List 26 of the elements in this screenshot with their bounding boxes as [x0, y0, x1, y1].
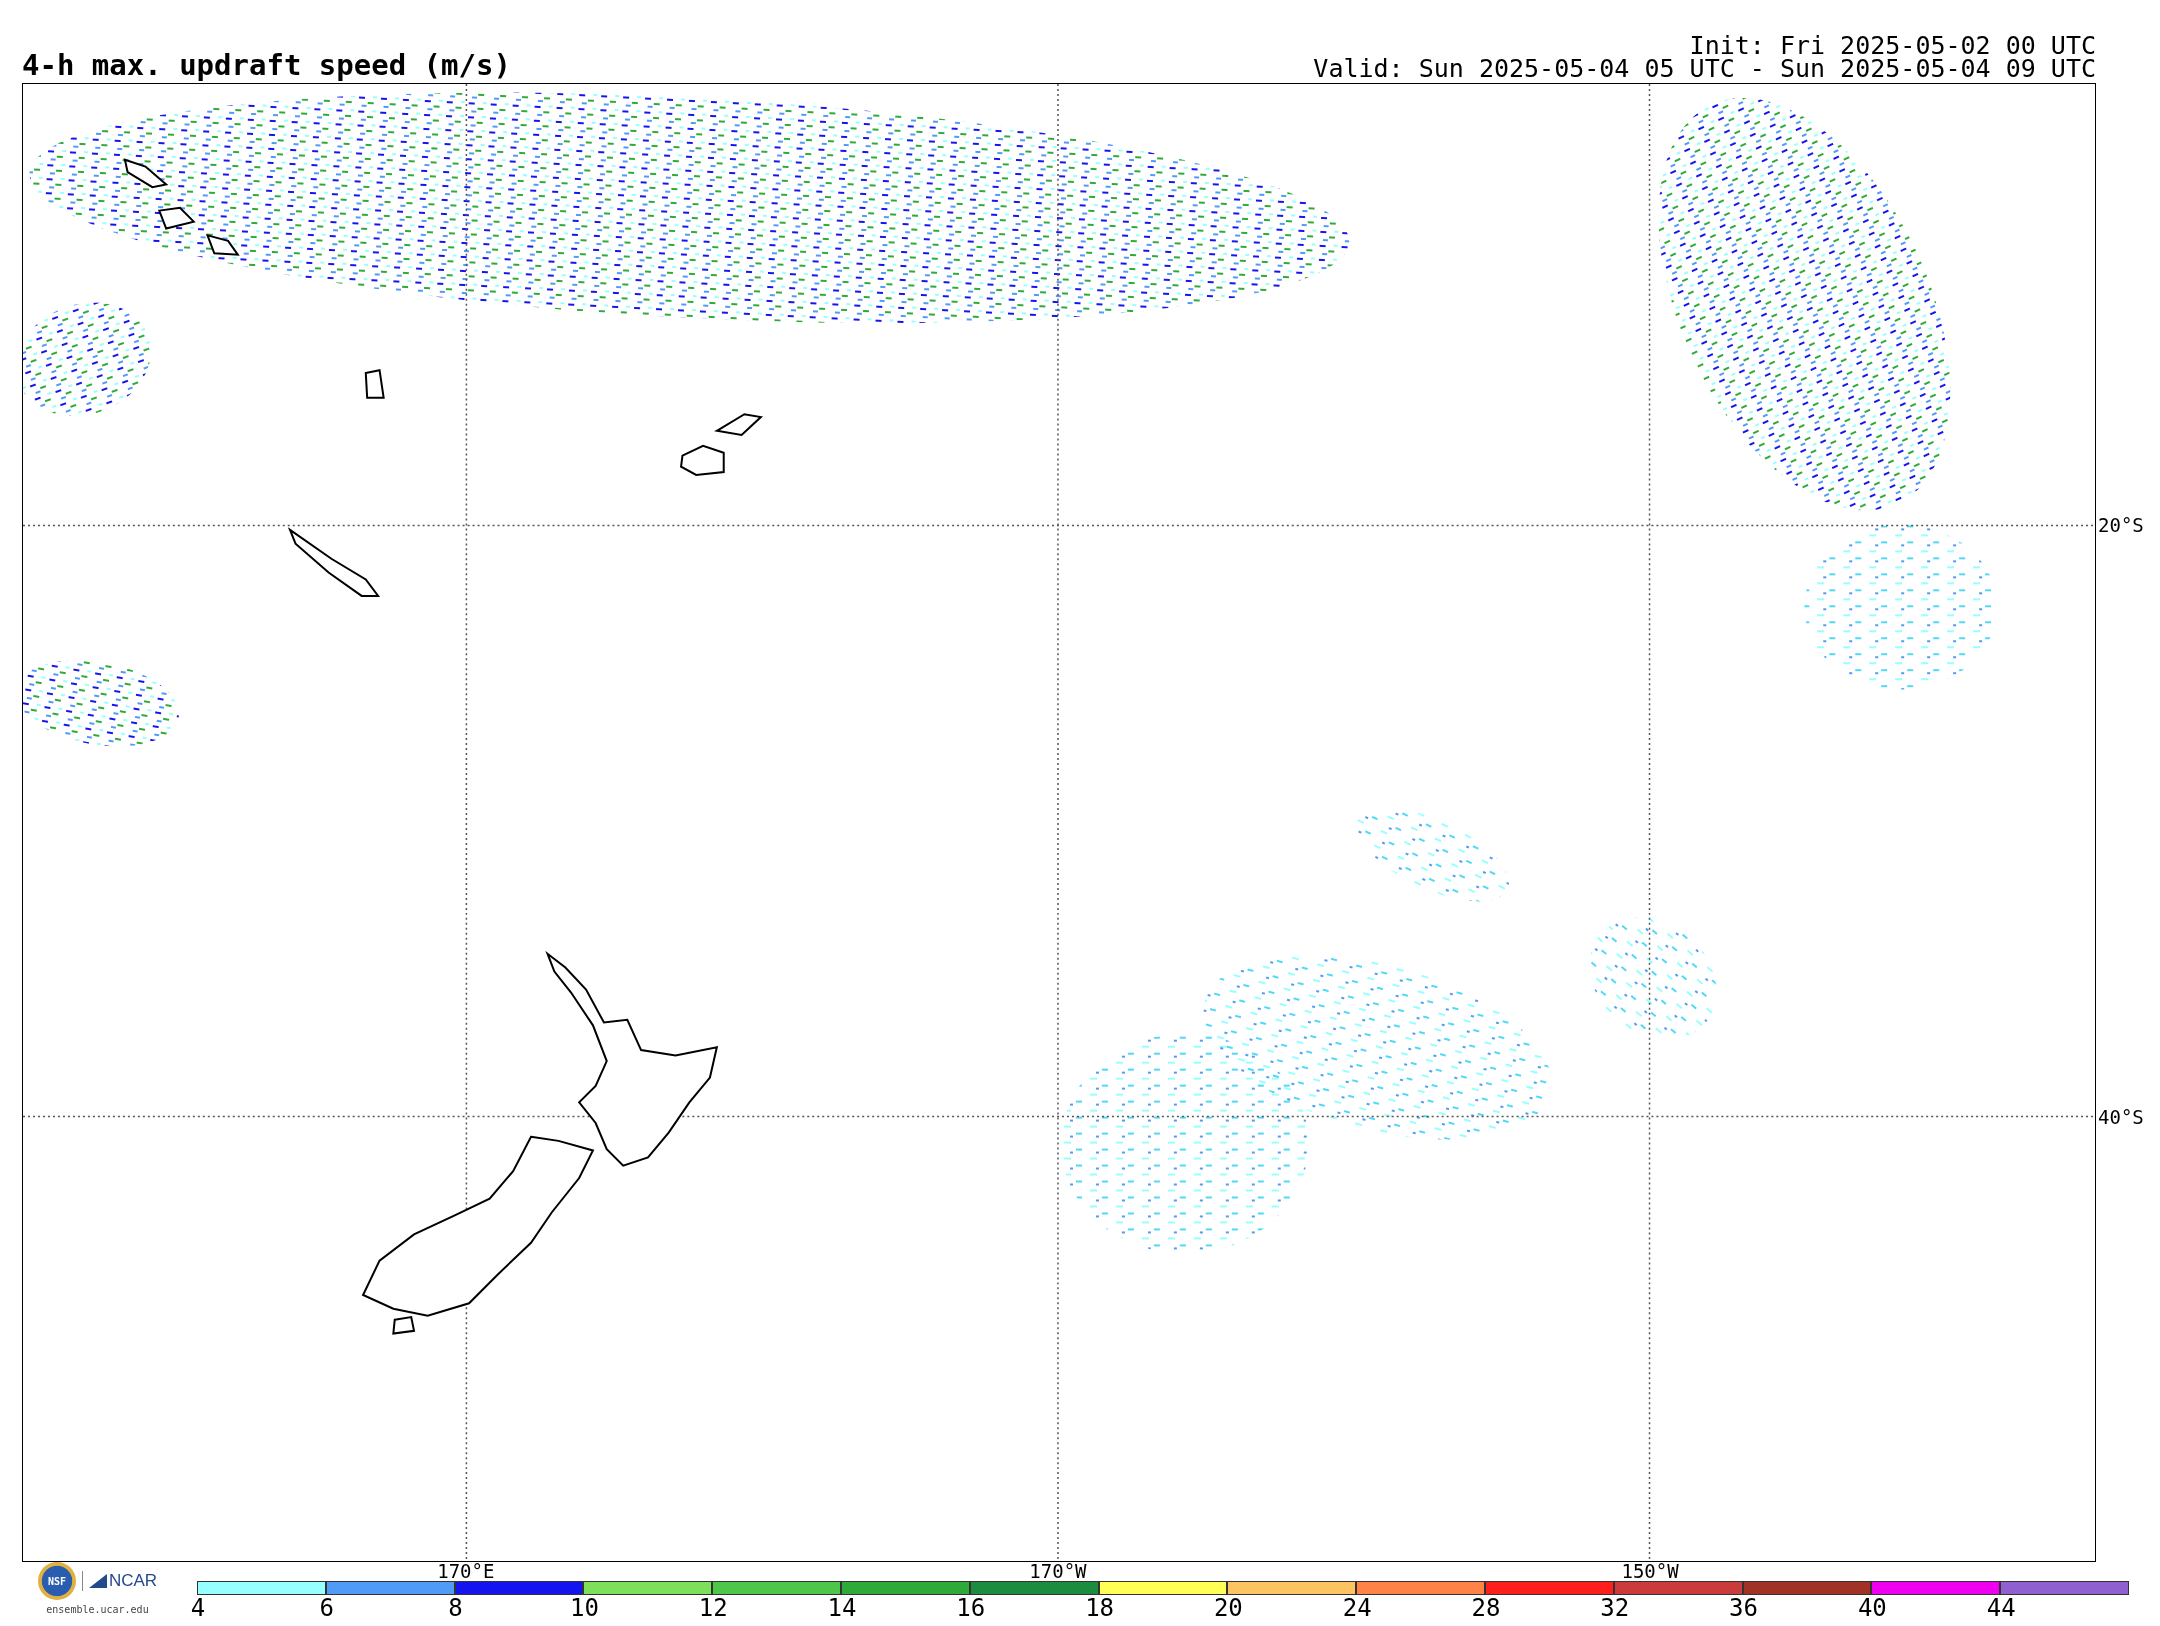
- scale-label: 10: [569, 1596, 599, 1620]
- scale-label: 44: [1986, 1596, 2016, 1620]
- seal-logo: NSF: [37, 1562, 76, 1600]
- scale-label: 12: [698, 1596, 728, 1620]
- scale-label: 16: [956, 1596, 986, 1620]
- scale-label: 24: [1342, 1596, 1372, 1620]
- scale-label: 20: [1213, 1596, 1243, 1620]
- scale-label: 18: [1085, 1596, 1115, 1620]
- longitude-label: 170°E: [437, 1562, 495, 1581]
- valid-period: Valid: Sun 2025-05-04 05 UTC - Sun 2025-05-04 09 UTC: [1313, 57, 2096, 80]
- site-address: ensemble.ucar.edu: [46, 1604, 149, 1615]
- longitude-label: 150°W: [1621, 1562, 1679, 1581]
- longitude-label: 170°W: [1029, 1562, 1087, 1581]
- scale-label: 40: [1857, 1596, 1887, 1620]
- scale-label: 6: [319, 1596, 334, 1620]
- organization-logo: NCAR: [81, 1571, 158, 1591]
- scale-label: 4: [190, 1596, 206, 1620]
- map-title: 4-h max. updraft speed (m/s): [22, 50, 511, 80]
- latitude-label: 40°S: [2097, 1105, 2144, 1128]
- scale-label: 8: [448, 1596, 463, 1620]
- scale-label: 14: [827, 1596, 857, 1620]
- init-time: Init: Fri 2025-05-02 00 UTC: [1689, 34, 2096, 57]
- latitude-label: 20°S: [2097, 514, 2144, 537]
- scale-label: 28: [1471, 1596, 1501, 1620]
- scale-label: 32: [1600, 1596, 1630, 1620]
- scale-label: 36: [1729, 1596, 1758, 1620]
